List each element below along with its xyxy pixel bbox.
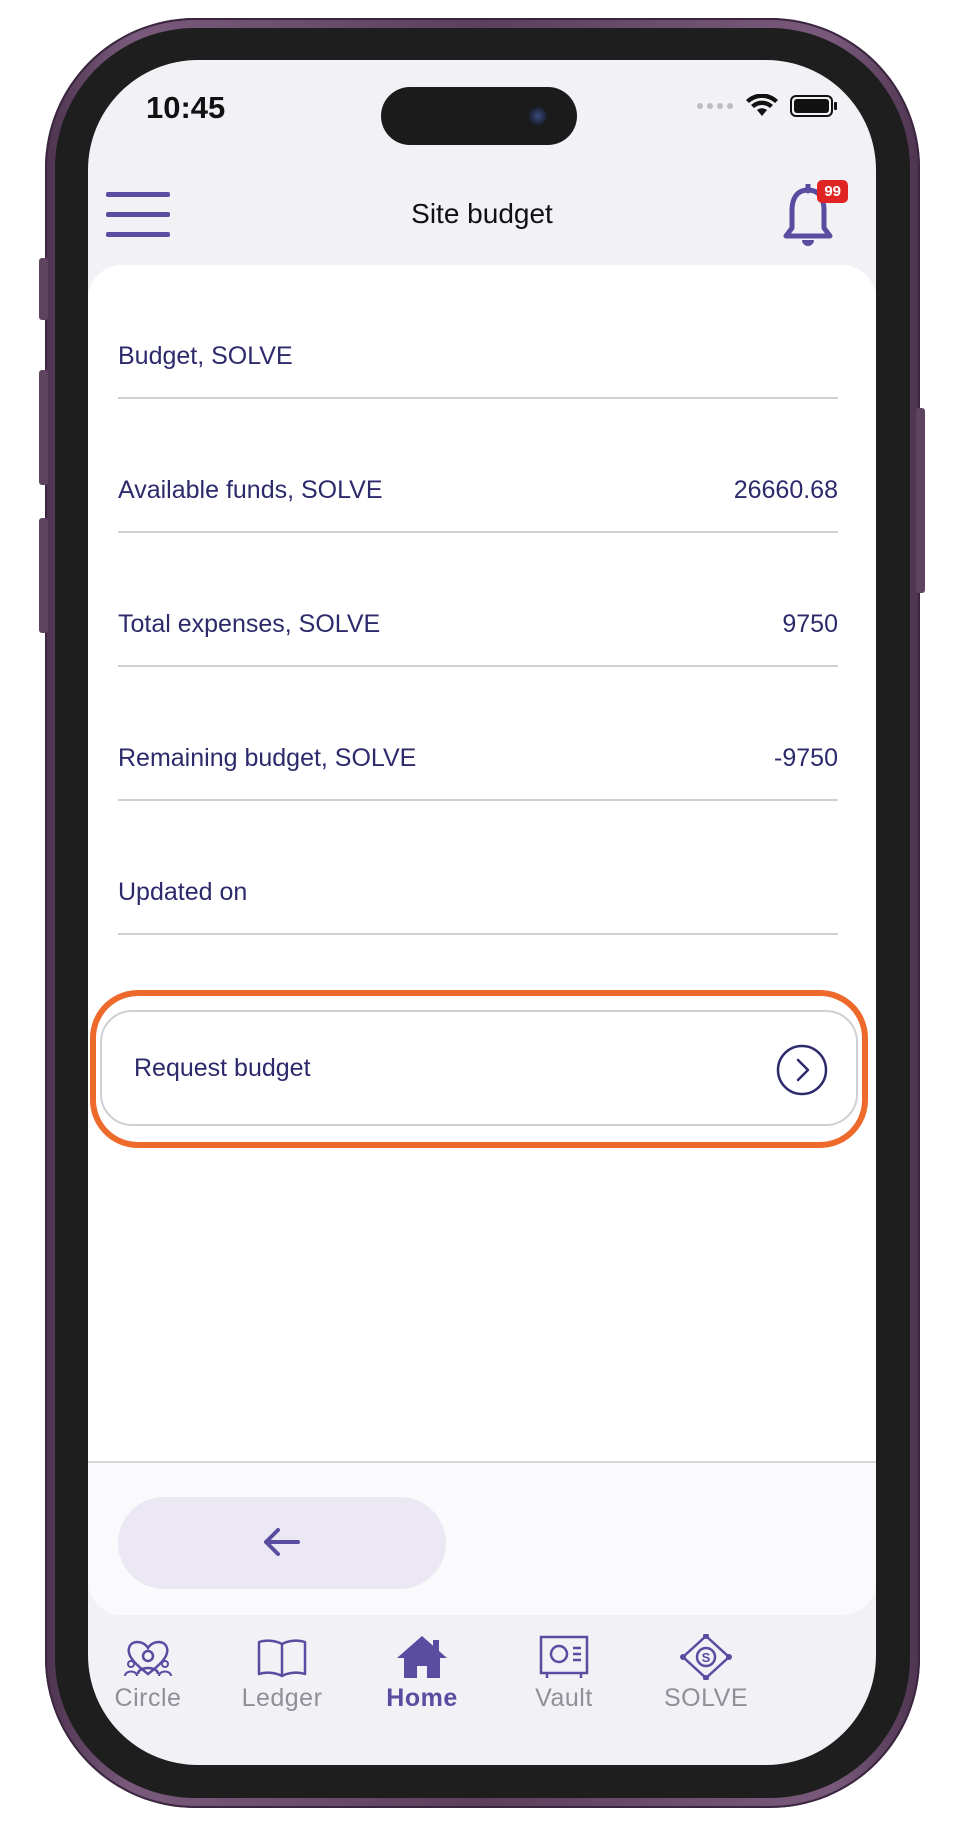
solve-token-icon: S — [680, 1634, 732, 1680]
tab-label: Vault — [535, 1684, 593, 1712]
notifications-button[interactable]: 99 — [782, 180, 848, 250]
row-value: -9750 — [774, 744, 838, 772]
available-funds-row: Available funds, SOLVE 26660.68 — [118, 399, 838, 533]
vault-icon — [539, 1635, 589, 1678]
tab-home[interactable]: Home — [362, 1620, 482, 1730]
budget-row: Budget, SOLVE — [118, 265, 838, 399]
volume-up-side-button — [39, 370, 48, 485]
back-button[interactable] — [118, 1497, 446, 1589]
tab-ledger[interactable]: Ledger — [222, 1620, 342, 1730]
book-icon — [257, 1639, 307, 1678]
app-header: Site budget 99 — [88, 160, 876, 270]
tab-solve[interactable]: S SOLVE — [646, 1620, 766, 1730]
updated-on-row: Updated on — [118, 801, 838, 935]
request-budget-button[interactable]: Request budget — [100, 1010, 858, 1126]
remaining-budget-row: Remaining budget, SOLVE -9750 — [118, 667, 838, 801]
power-side-button — [916, 408, 925, 593]
status-icons — [696, 94, 838, 118]
budget-card: Budget, SOLVE Available funds, SOLVE 266… — [88, 265, 876, 1615]
request-budget-label: Request budget — [134, 1054, 311, 1082]
row-label: Remaining budget, SOLVE — [118, 744, 417, 772]
volume-down-side-button — [39, 518, 48, 633]
row-label: Budget, SOLVE — [118, 342, 293, 370]
chevron-right-circle-icon — [776, 1044, 828, 1096]
row-value: 26660.68 — [733, 476, 838, 504]
tab-label: SOLVE — [663, 1684, 749, 1712]
svg-text:S: S — [702, 1650, 711, 1665]
row-value: 9750 — [782, 610, 838, 638]
circle-people-icon — [124, 1640, 172, 1677]
bottom-tab-bar: Circle Ledger Home Vault S SOLVE — [88, 1620, 876, 1765]
cellular-signal-icon — [697, 103, 733, 109]
tab-vault[interactable]: Vault — [504, 1620, 624, 1730]
row-label: Total expenses, SOLVE — [118, 610, 381, 638]
tab-label: Circle — [114, 1684, 182, 1712]
notification-badge: 99 — [817, 180, 848, 203]
arrow-left-icon — [264, 1528, 300, 1556]
tab-label: Home — [386, 1684, 458, 1712]
tab-circle[interactable]: Circle — [88, 1620, 208, 1730]
page-title: Site budget — [411, 198, 553, 229]
front-camera-icon — [529, 107, 547, 125]
dynamic-island — [381, 87, 577, 145]
battery-icon — [790, 95, 837, 117]
row-label: Available funds, SOLVE — [118, 476, 383, 504]
home-icon — [397, 1636, 447, 1678]
tab-label: Ledger — [241, 1684, 323, 1712]
wifi-icon — [746, 94, 778, 116]
row-label: Updated on — [118, 878, 248, 906]
phone-screen: 10:45 Site budget 99 Budget, SOLVE Avail… — [88, 60, 876, 1765]
action-side-button — [39, 258, 48, 320]
total-expenses-row: Total expenses, SOLVE 9750 — [118, 533, 838, 667]
status-time: 10:45 — [146, 90, 226, 125]
